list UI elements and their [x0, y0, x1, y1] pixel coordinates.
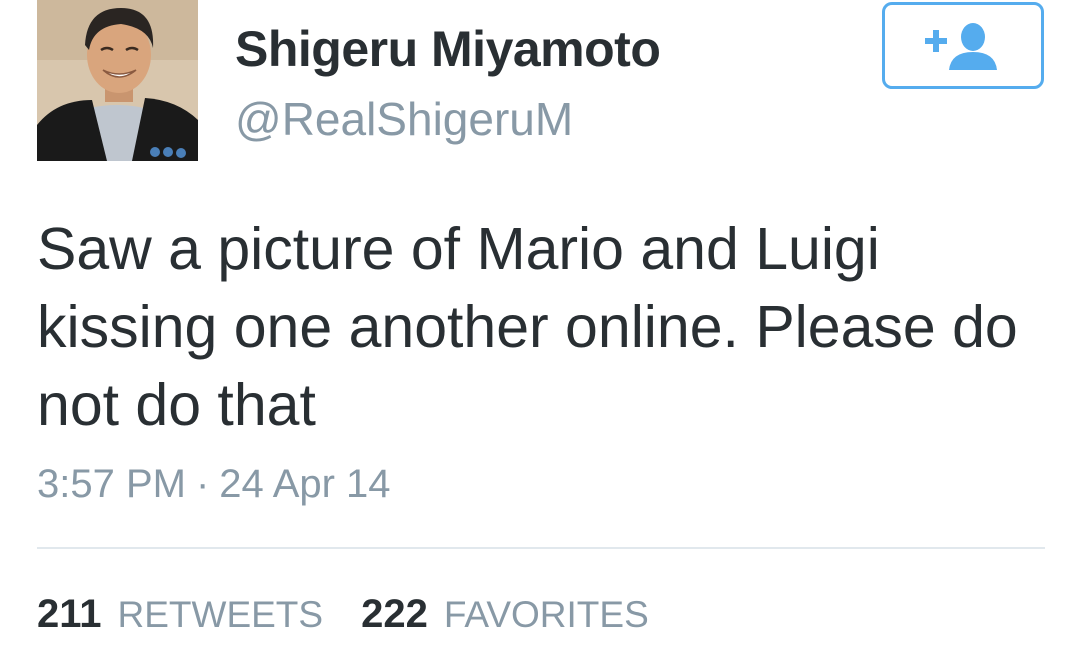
favorites-stat[interactable]: 222 FAVORITES	[361, 592, 649, 637]
add-user-icon	[925, 22, 997, 70]
tweet-timestamp[interactable]: 3:57 PM · 24 Apr 14	[37, 462, 391, 507]
tweet-time: 3:57 PM	[37, 462, 186, 506]
author-display-name[interactable]: Shigeru Miyamoto	[235, 20, 661, 78]
timestamp-separator: ·	[195, 462, 210, 506]
retweets-stat[interactable]: 211 RETWEETS	[37, 592, 323, 637]
tweet-date: 24 Apr 14	[219, 462, 391, 506]
favorites-count: 222	[361, 592, 428, 636]
tweet-stats: 211 RETWEETS 222 FAVORITES	[37, 592, 687, 637]
author-handle[interactable]: @RealShigeruM	[235, 92, 573, 146]
divider	[37, 547, 1045, 549]
retweets-count: 211	[37, 592, 102, 636]
avatar[interactable]	[37, 0, 198, 161]
profile-photo	[37, 0, 198, 161]
favorites-label: FAVORITES	[443, 594, 649, 635]
retweets-label: RETWEETS	[117, 594, 324, 635]
follow-button[interactable]	[882, 2, 1044, 89]
tweet-text: Saw a picture of Mario and Luigi kissing…	[37, 216, 1018, 438]
